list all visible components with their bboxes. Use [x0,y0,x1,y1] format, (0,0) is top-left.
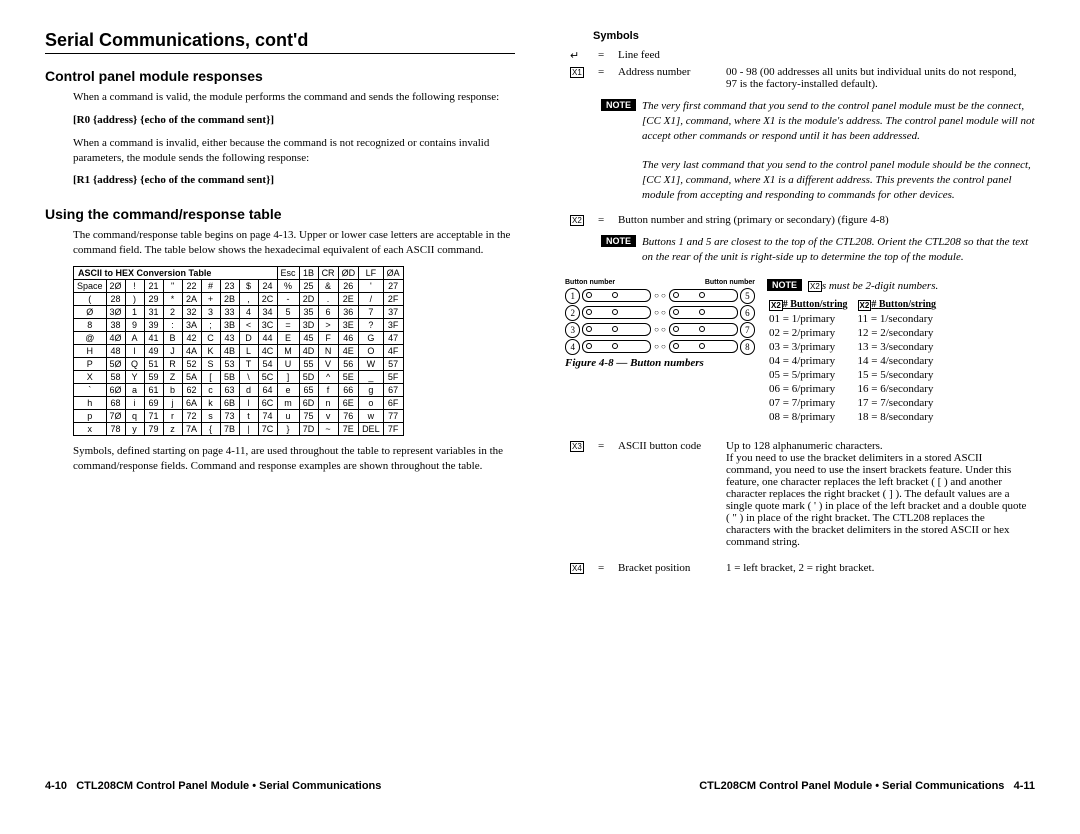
button-string-tables: NOTE X2s must be 2-digit numbers. X2# Bu… [767,279,1035,425]
btn-num-label-right: Button number [705,279,755,286]
note-badge: NOTE [601,235,636,247]
code-valid: [R0 {address} {echo of the command sent}… [73,113,515,128]
para-valid: When a command is valid, the module perf… [73,90,515,105]
footer-text-left: CTL208CM Control Panel Module • Serial C… [76,780,381,792]
note-badge: NOTE [601,99,636,111]
right-page: Symbols ↵ = Line feed X1 = Address numbe… [565,30,1035,760]
para-invalid: When a command is invalid, either becaus… [73,136,515,166]
page-num-left: 4-10 [45,780,67,792]
symbols-table-3: X3 = ASCII button code Up to 128 alphanu… [565,437,1035,577]
note-1: NOTE The very first command that you sen… [601,99,1035,203]
subhead-responses: Control panel module responses [45,68,515,84]
var-x4: X4 [570,563,584,574]
note-2: NOTE Buttons 1 and 5 are closest to the … [601,235,1035,265]
note-badge: NOTE [767,279,802,291]
main-heading: Serial Communications, cont'd [45,30,515,54]
button-diagram: Button number Button number 1○ ○52○ ○63○… [565,279,755,425]
code-invalid: [R1 {address} {echo of the command sent}… [73,173,515,188]
var-x2: X2 [570,215,584,226]
footer-text-right: CTL208CM Control Panel Module • Serial C… [699,780,1004,792]
subhead-table: Using the command/response table [45,206,515,222]
var-x1: X1 [570,67,584,78]
sym-linefeed: ↵ [567,48,593,63]
button-figure-block: Button number Button number 1○ ○52○ ○63○… [565,279,1035,425]
para-table-intro: The command/response table begins on pag… [73,228,515,258]
var-x3: X3 [570,441,584,452]
symbols-table: ↵ = Line feed X1 = Address number 00 - 9… [565,46,1035,93]
figure-caption: Figure 4-8 — Button numbers [565,357,755,369]
para-symbols-ref: Symbols, defined starting on page 4-11, … [73,444,515,474]
btn-num-label-left: Button number [565,279,615,286]
ascii-hex-table: ASCII to HEX Conversion TableEsc1BCRØDLF… [73,266,404,436]
symbols-table-2: X2 = Button number and string (primary o… [565,211,1035,229]
symbols-heading: Symbols [593,30,1035,42]
button-string-table: X2# Button/stringX2# Button/string01 = 1… [767,297,946,424]
left-page: Serial Communications, cont'd Control pa… [45,30,515,760]
page-footer: 4-10 CTL208CM Control Panel Module • Ser… [0,780,1080,792]
page-num-right: 4-11 [1014,780,1035,792]
